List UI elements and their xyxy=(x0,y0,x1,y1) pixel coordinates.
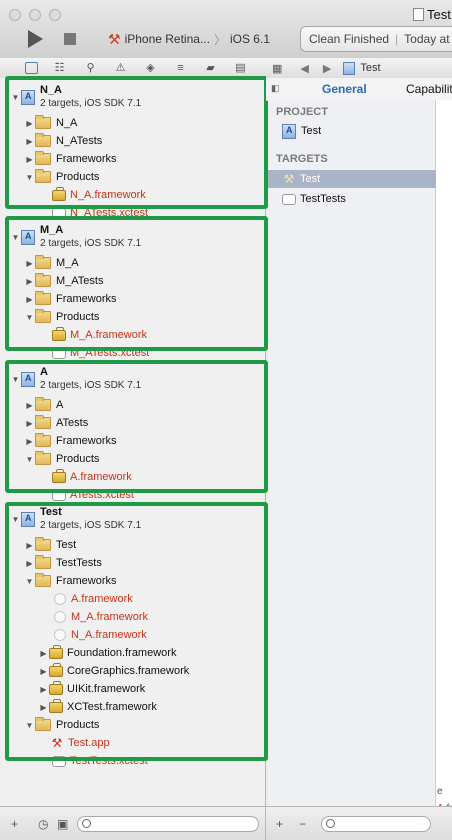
status-time: Today at xyxy=(404,32,450,46)
highlight-box-m-a xyxy=(5,216,268,351)
highlight-box-a xyxy=(5,360,268,493)
minimize-window-button[interactable] xyxy=(29,9,41,21)
source-control-icon[interactable]: ▣ xyxy=(57,817,68,831)
highlight-box-test xyxy=(5,502,268,761)
breadcrumb-project-icon xyxy=(343,61,356,75)
tab-general[interactable]: General xyxy=(322,82,367,96)
filter-search-icon xyxy=(82,819,91,828)
run-button[interactable] xyxy=(28,30,43,48)
related-items-icon[interactable]: ▦ xyxy=(272,62,282,75)
project-target-list: PROJECT Test TARGETS ⚒ Test TestTests xyxy=(268,100,436,806)
log-navigator-icon[interactable]: ▤ xyxy=(234,62,247,74)
project-section-header: PROJECT xyxy=(276,106,328,118)
project-icon xyxy=(282,123,296,139)
project-navigator-icon[interactable] xyxy=(25,62,38,74)
breadcrumb[interactable]: Test xyxy=(360,62,380,74)
tab-capabilities[interactable]: Capabilit xyxy=(406,82,452,96)
hide-target-list-icon[interactable]: ◧ xyxy=(271,83,280,94)
target-filter-field[interactable] xyxy=(321,816,431,832)
targets-section-header: TARGETS xyxy=(276,153,328,165)
scheme-icon: ⚒ xyxy=(108,30,121,47)
add-target-icon[interactable]: + xyxy=(276,817,283,831)
app-target-icon: ⚒ xyxy=(283,172,295,186)
xcode-window: Test ⚒ iPhone Retina... 〉 iOS 6.1 Clean … xyxy=(0,0,452,840)
scheme-sdk: iOS 6.1 xyxy=(229,32,270,46)
scheme-selector[interactable]: ⚒ iPhone Retina... 〉 iOS 6.1 xyxy=(108,26,270,52)
scheme-device: iPhone Retina... xyxy=(124,32,210,46)
search-navigator-icon[interactable]: ⚲ xyxy=(84,62,97,74)
stop-button[interactable] xyxy=(64,33,76,45)
filter-search-icon xyxy=(326,819,335,828)
project-item-label: Test xyxy=(301,125,322,137)
target-list-bottom-bar: + − xyxy=(266,806,452,840)
settings-pane: e A.fr xyxy=(436,100,452,814)
document-icon xyxy=(413,8,424,21)
editor-tabs: ◧ General Capabilit xyxy=(266,78,452,101)
test-target-icon xyxy=(282,193,296,205)
highlight-box-n-a xyxy=(5,76,268,209)
add-icon[interactable]: + xyxy=(11,817,18,831)
status-text: Clean Finished xyxy=(309,32,390,46)
project-item-test[interactable]: Test xyxy=(268,122,436,140)
target-item-testtests[interactable]: TestTests xyxy=(268,190,436,208)
issue-navigator-icon[interactable]: ⚠ xyxy=(114,62,127,74)
window-title-text: Test xyxy=(427,7,451,22)
jump-bar: ▦ ◀ ▶ Test xyxy=(266,58,452,79)
test-navigator-icon[interactable]: ◈ xyxy=(144,62,157,74)
close-window-button[interactable] xyxy=(9,9,21,21)
remove-target-icon[interactable]: − xyxy=(299,817,306,831)
title-bar: Test ⚒ iPhone Retina... 〉 iOS 6.1 Clean … xyxy=(0,0,452,59)
navigator-filter-field[interactable] xyxy=(77,816,259,832)
symbol-navigator-icon[interactable]: ☷ xyxy=(53,62,66,74)
window-title: Test xyxy=(413,7,451,22)
settings-edge-text: e xyxy=(437,786,443,797)
target-label: Test xyxy=(300,173,321,185)
target-item-test[interactable]: ⚒ Test xyxy=(268,170,436,188)
navigator-filter-bar: + ◷ ▣ xyxy=(0,806,266,840)
recent-files-icon[interactable]: ◷ xyxy=(38,817,48,831)
activity-status: Clean Finished | Today at xyxy=(300,26,452,52)
breakpoint-navigator-icon[interactable]: ▰ xyxy=(204,62,217,74)
zoom-window-button[interactable] xyxy=(49,9,61,21)
target-label: TestTests xyxy=(300,193,346,205)
scheme-separator: 〉 xyxy=(213,32,226,47)
forward-arrow-icon[interactable]: ▶ xyxy=(323,62,331,75)
debug-navigator-icon[interactable]: ≡ xyxy=(174,62,187,74)
back-arrow-icon[interactable]: ◀ xyxy=(300,62,308,75)
